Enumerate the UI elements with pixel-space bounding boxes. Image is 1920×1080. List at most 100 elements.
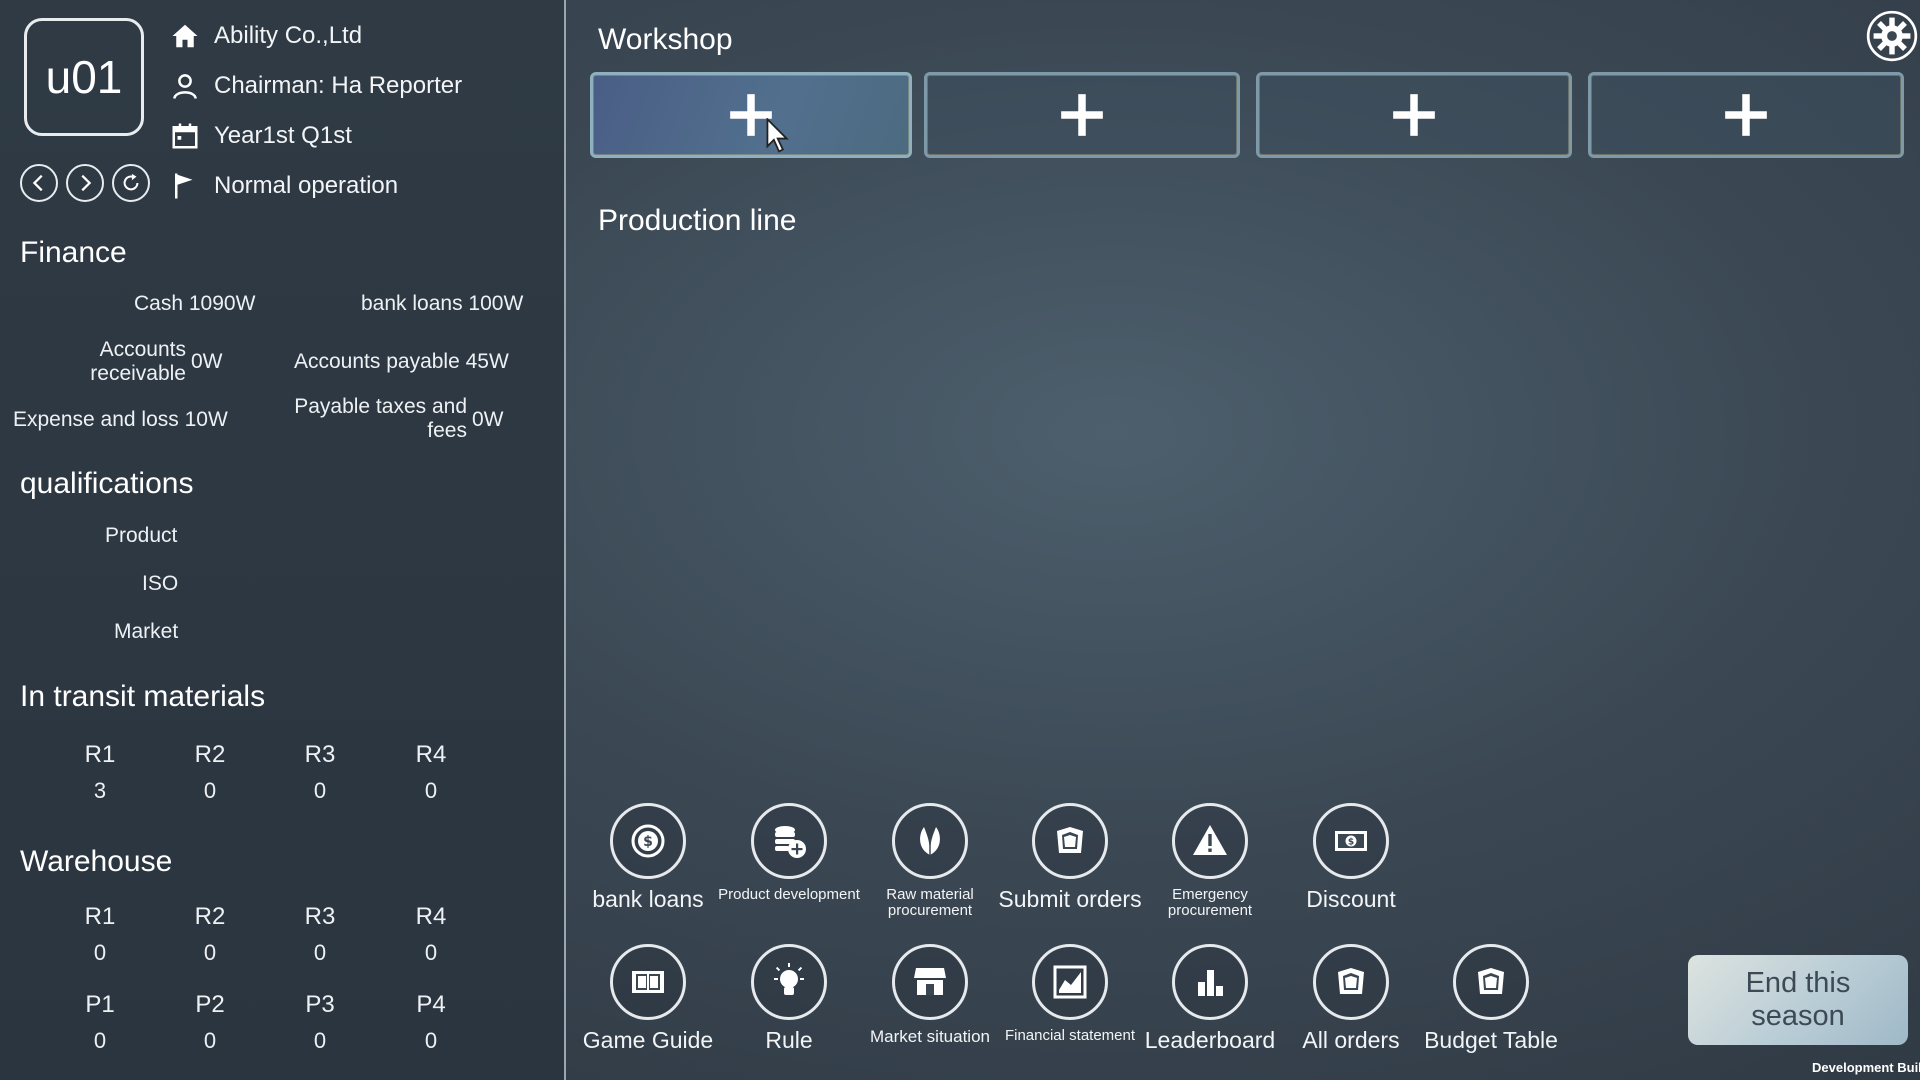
notes-icon: [1478, 968, 1504, 994]
avatar-text: u01: [45, 51, 123, 103]
svg-text:$: $: [643, 834, 653, 850]
raw-material-procurement-label: Raw material procurement: [886, 886, 974, 919]
chevron-right-icon: [81, 174, 92, 192]
discount-button[interactable]: $ Discount: [1276, 803, 1426, 911]
chairman-row: Chairman: Ha Reporter: [170, 69, 462, 103]
qualification-market: Market: [114, 620, 179, 643]
forward-button[interactable]: [66, 164, 104, 202]
leaf-icon: [920, 827, 940, 855]
all-orders-circle[interactable]: [1313, 944, 1389, 1020]
chevron-left-icon: [32, 174, 43, 192]
in-transit-header: R4: [415, 741, 447, 768]
submit-orders-circle[interactable]: [1032, 803, 1108, 879]
settings-gear-icon[interactable]: [1866, 10, 1918, 62]
svg-text:$: $: [1348, 838, 1354, 848]
workshop-slot-4[interactable]: [1588, 72, 1904, 158]
warehouse-r-value: 0: [313, 940, 327, 965]
company-row: Ability Co.,Ltd: [170, 19, 362, 53]
leaderboard-label: Leaderboard: [1144, 1027, 1276, 1053]
end-season-button[interactable]: End this season: [1688, 955, 1908, 1045]
coins-plus-icon: [775, 826, 806, 858]
rule-button[interactable]: Rule: [714, 944, 864, 1052]
bank-loans-label: bank loans: [592, 886, 704, 912]
calendar-icon: [172, 123, 198, 149]
market-situation-circle[interactable]: [892, 944, 968, 1020]
refresh-button[interactable]: [112, 164, 150, 202]
market-situation-label: Market situation: [870, 1027, 990, 1046]
game-guide-button[interactable]: Game Guide: [573, 944, 723, 1052]
cash-value: Cash 1090W: [134, 292, 256, 315]
warehouse-r-value: 0: [203, 940, 217, 965]
financial-statement-button[interactable]: Financial statement: [995, 944, 1145, 1044]
emergency-procurement-label: Emergency procurement: [1167, 886, 1253, 919]
market-situation-button[interactable]: Market situation: [855, 944, 1005, 1046]
leaderboard-circle[interactable]: [1172, 944, 1248, 1020]
workshop-slot-1[interactable]: [590, 72, 912, 158]
warning-icon: [1193, 825, 1227, 855]
refresh-icon: [123, 173, 139, 191]
finance-title: Finance: [20, 236, 127, 269]
warehouse-r-value: 0: [424, 940, 438, 965]
all-orders-button[interactable]: All orders: [1276, 944, 1426, 1052]
warehouse-r-header: R2: [194, 903, 226, 930]
in-transit-title: In transit materials: [20, 680, 266, 713]
discount-circle[interactable]: $: [1313, 803, 1389, 879]
avatar: u01: [24, 18, 144, 136]
back-button[interactable]: [20, 164, 58, 202]
financial-statement-circle[interactable]: [1032, 944, 1108, 1020]
warehouse-p-header: P4: [416, 991, 446, 1018]
accounts-receivable-value: 0W: [191, 350, 223, 373]
plus-icon: [1061, 94, 1103, 136]
company-name: Ability Co.,Ltd: [214, 22, 363, 49]
flag-icon: [175, 173, 193, 199]
workshop-slot-3[interactable]: [1256, 72, 1572, 158]
budget-table-circle[interactable]: [1453, 944, 1529, 1020]
notes-icon: [1338, 968, 1364, 994]
bar-chart-icon: [1198, 970, 1223, 996]
workshop-title: Workshop: [598, 23, 733, 56]
product-development-button[interactable]: Product development: [714, 803, 864, 903]
game-guide-circle[interactable]: [610, 944, 686, 1020]
warehouse-p-value: 0: [203, 1028, 217, 1053]
plus-icon: [1393, 94, 1435, 136]
submit-orders-button[interactable]: Submit orders: [995, 803, 1145, 911]
mouse-cursor-icon: [766, 118, 789, 153]
warehouse-p-header: P3: [305, 991, 335, 1018]
in-transit-value: 3: [93, 778, 107, 803]
emergency-procurement-circle[interactable]: [1172, 803, 1248, 879]
raw-material-procurement-circle[interactable]: [892, 803, 968, 879]
bank-loans-value: bank loans 100W: [361, 292, 524, 315]
game-guide-label: Game Guide: [582, 1027, 714, 1053]
all-orders-label: All orders: [1302, 1027, 1400, 1053]
discount-label: Discount: [1306, 886, 1396, 912]
status-row: Normal operation: [170, 169, 398, 203]
payable-taxes-label: Payable taxes and fees: [294, 395, 467, 442]
operation-status: Normal operation: [214, 172, 399, 199]
in-transit-header: R2: [194, 741, 226, 768]
raw-material-procurement-button[interactable]: Raw material procurement: [855, 803, 1005, 919]
store-icon: [914, 968, 946, 995]
product-development-circle[interactable]: [751, 803, 827, 879]
warehouse-r-header: R1: [84, 903, 116, 930]
lightbulb-icon: [774, 963, 804, 995]
leaderboard-button[interactable]: Leaderboard: [1135, 944, 1285, 1052]
bank-loans-button[interactable]: $ bank loans: [573, 803, 723, 911]
warehouse-r-header: R4: [415, 903, 447, 930]
accounts-payable-value: Accounts payable 45W: [294, 350, 509, 373]
in-transit-header: R1: [84, 741, 116, 768]
workshop-slot-2[interactable]: [924, 72, 1240, 158]
plus-icon: [1725, 94, 1767, 136]
qualification-product: Product: [105, 524, 178, 547]
left-status-panel: u01 Ability Co.,Ltd Chairman: Ha Reporte…: [0, 0, 566, 1080]
bank-loans-circle[interactable]: $: [610, 803, 686, 879]
payable-taxes-value: 0W: [472, 408, 504, 431]
in-transit-value: 0: [424, 778, 438, 803]
chart-icon: [1053, 965, 1087, 999]
warehouse-p-header: P1: [85, 991, 115, 1018]
financial-statement-label: Financial statement: [1004, 1027, 1136, 1044]
emergency-procurement-button[interactable]: Emergency procurement: [1135, 803, 1285, 919]
budget-table-button[interactable]: Budget Table: [1416, 944, 1566, 1052]
book-icon: [632, 971, 664, 993]
rule-circle[interactable]: [751, 944, 827, 1020]
production-line-title: Production line: [598, 204, 797, 237]
